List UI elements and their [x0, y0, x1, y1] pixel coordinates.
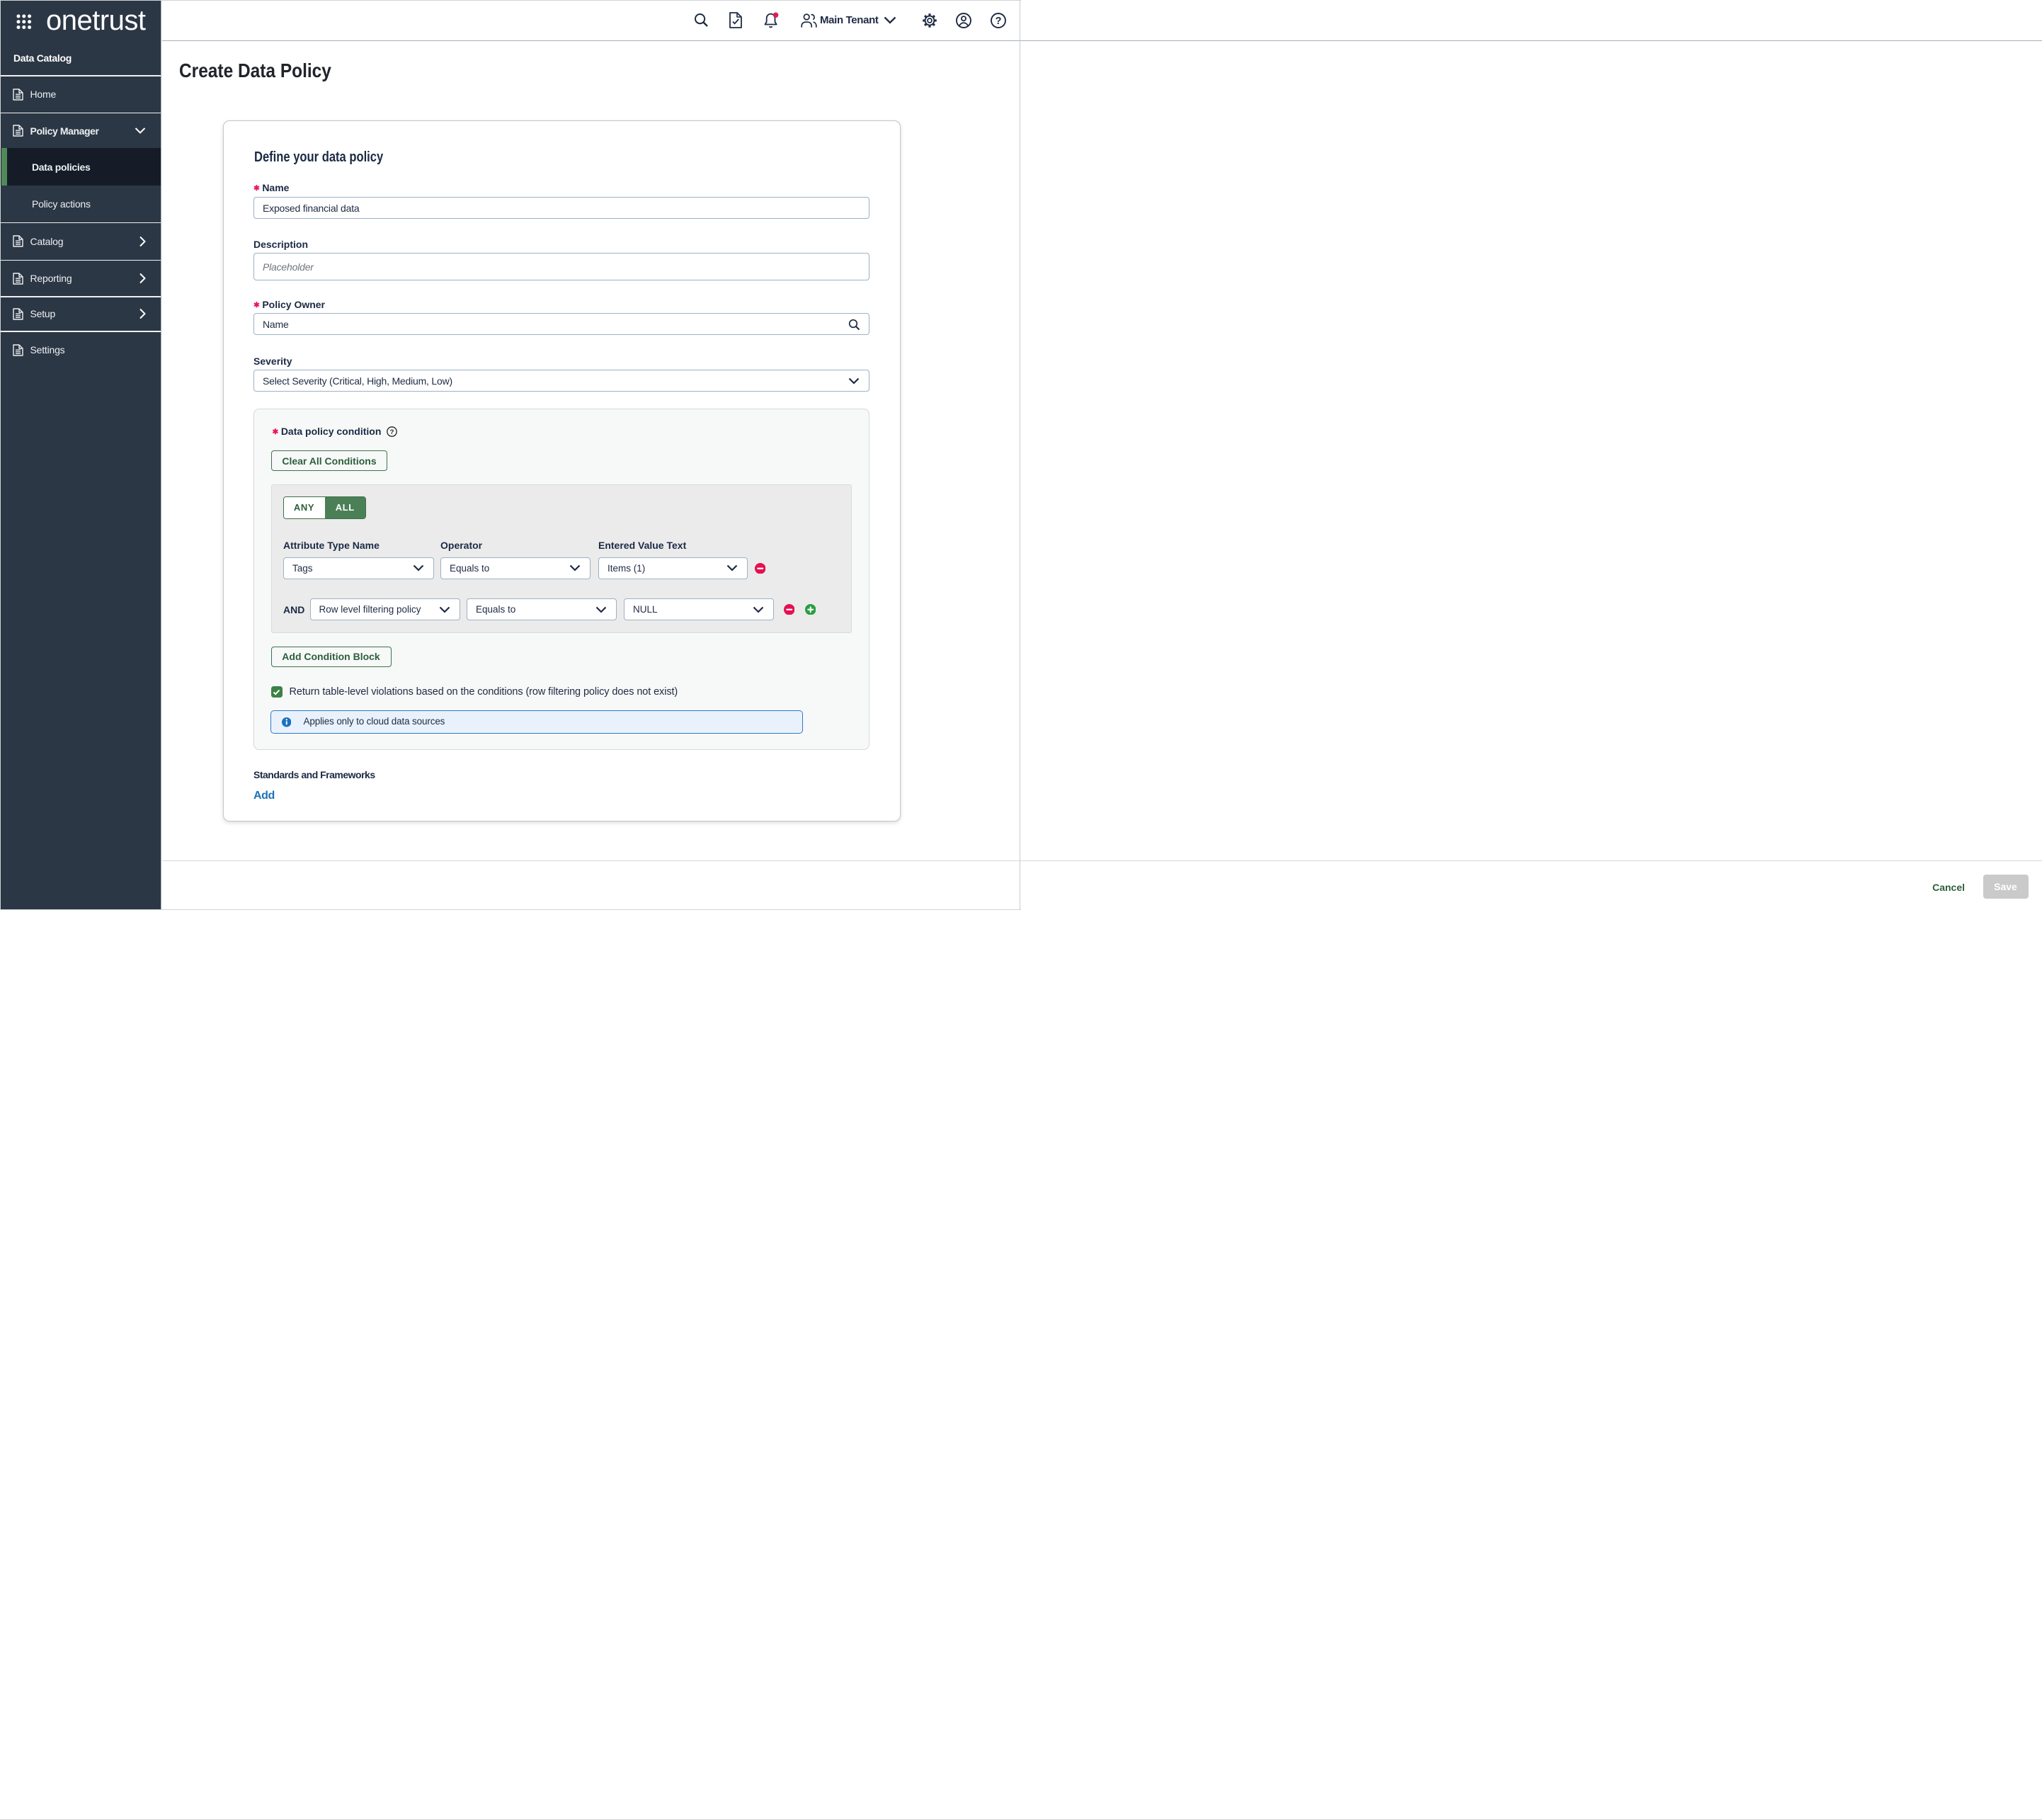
svg-text:?: ?: [995, 16, 1001, 27]
svg-text:?: ?: [390, 428, 394, 436]
